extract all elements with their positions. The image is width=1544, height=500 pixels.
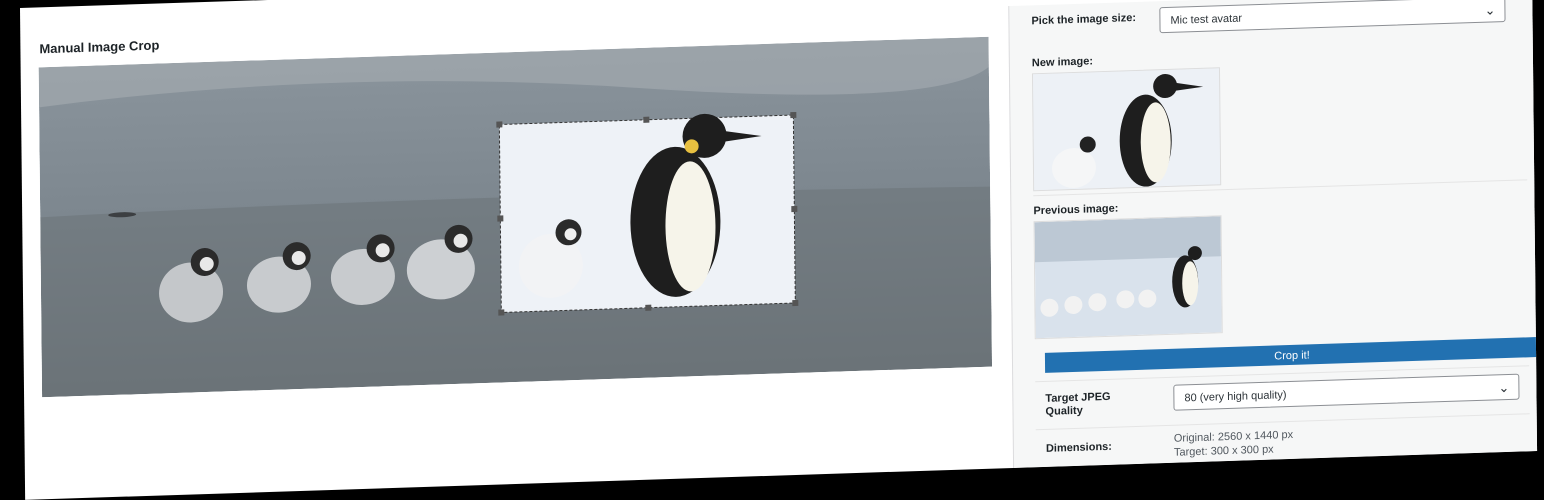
source-image-canvas — [38, 36, 993, 398]
crop-modal: Manual Image Crop ✕ — [20, 0, 1538, 500]
crop-selection[interactable] — [498, 111, 796, 313]
jpeg-quality-label: Target JPEG Quality — [1045, 390, 1111, 418]
jpeg-quality-value: 80 (very high quality) — [1184, 389, 1287, 405]
crop-sidebar: Pick the image size: Mic test avatar ⌄ N… — [1008, 0, 1538, 468]
new-image-preview — [1031, 67, 1222, 192]
image-size-value: Mic test avatar — [1170, 12, 1243, 27]
dimensions-target: Target: 300 x 300 px — [1173, 443, 1274, 459]
previous-image-label: Previous image: — [1033, 202, 1119, 218]
source-image[interactable] — [38, 36, 993, 398]
chevron-down-icon: ⌄ — [1484, 2, 1496, 18]
dimensions-original: Original: 2560 x 1440 px — [1173, 428, 1294, 445]
dimensions-label: Dimensions: — [1045, 440, 1112, 455]
modal-title: Manual Image Crop — [39, 37, 160, 57]
chevron-down-icon: ⌄ — [1498, 379, 1510, 396]
new-image-label: New image: — [1031, 55, 1094, 70]
image-size-select[interactable]: Mic test avatar ⌄ — [1159, 0, 1506, 34]
previous-image-preview — [1033, 215, 1223, 340]
jpeg-quality-select[interactable]: 80 (very high quality) ⌄ — [1173, 373, 1520, 411]
image-size-label: Pick the image size: — [1031, 11, 1137, 28]
